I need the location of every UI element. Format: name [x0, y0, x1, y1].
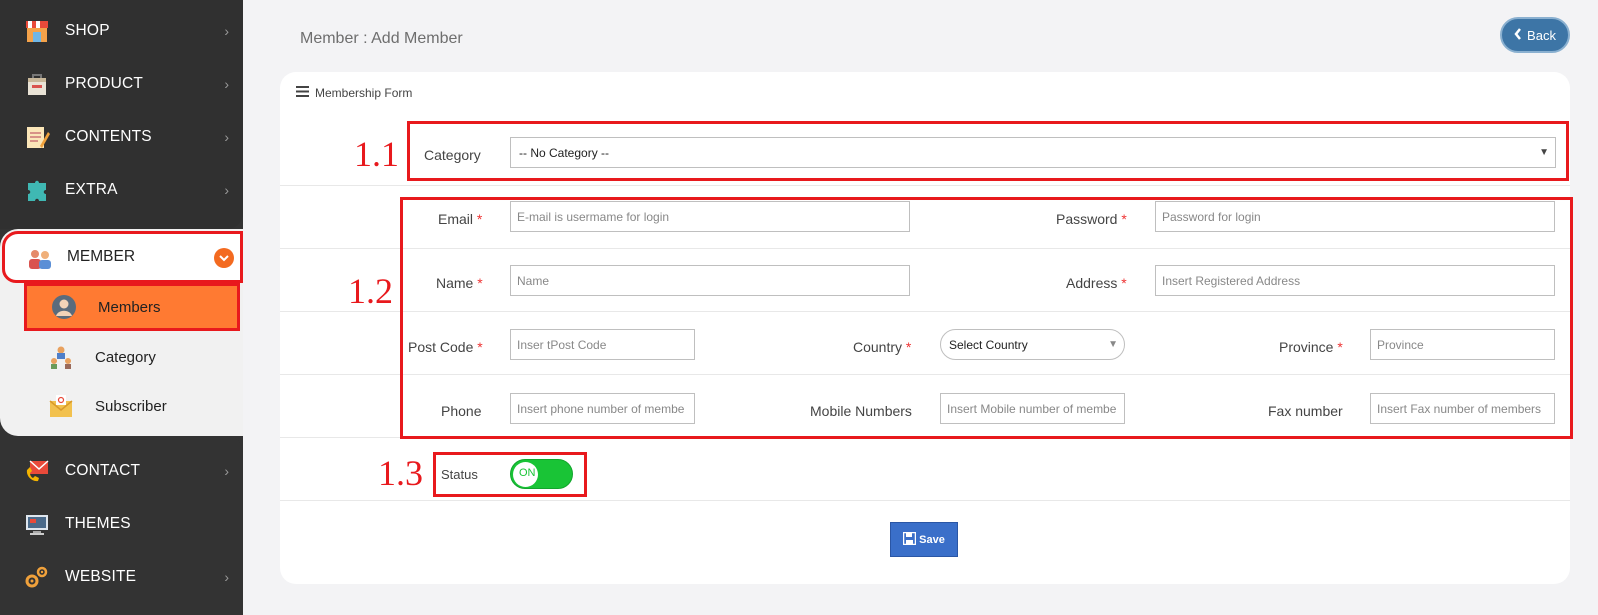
contact-icon [24, 458, 50, 484]
sidebar-item-website[interactable]: WEBSITE › [0, 550, 243, 604]
chevron-right-icon: › [224, 23, 229, 39]
themes-icon [24, 511, 50, 537]
sidebar-subitem-subscriber[interactable]: Subscriber [24, 382, 240, 430]
chevron-right-icon: › [224, 569, 229, 585]
sidebar-bottom-section: CONTACT › THEMES WEBSITE › [0, 436, 243, 615]
subscriber-icon [48, 393, 74, 419]
annotation-box-status [433, 452, 587, 497]
sidebar: SHOP › PRODUCT › CONTENTS › EXTRA › MEMB… [0, 0, 243, 615]
back-label: Back [1527, 27, 1556, 43]
sidebar-item-label: EXTRA [65, 181, 118, 198]
annotation-label-1-1: 1.1 [354, 134, 399, 174]
member-section: MEMBER Members Category Subscriber [0, 229, 243, 436]
sidebar-subitem-members[interactable]: Members [24, 283, 240, 331]
form-title: Membership Form [315, 86, 413, 100]
form-header: Membership Form [296, 86, 412, 100]
sidebar-item-label: PRODUCT [65, 75, 144, 92]
sidebar-item-label: Members [98, 298, 161, 316]
sidebar-item-label: CONTENTS [65, 128, 152, 145]
category-icon [48, 344, 74, 370]
sidebar-item-extra[interactable]: EXTRA › [0, 163, 243, 217]
row-divider [280, 185, 1570, 186]
sidebar-item-label: THEMES [65, 515, 131, 532]
sidebar-item-label: WEBSITE [65, 568, 137, 585]
chevron-right-icon: › [224, 76, 229, 92]
contents-icon [24, 124, 50, 150]
menu-icon [296, 86, 309, 100]
sidebar-item-label: CONTACT [65, 462, 141, 479]
user-icon [51, 294, 77, 320]
back-button[interactable]: Back [1500, 17, 1570, 53]
row-divider [280, 500, 1570, 501]
save-icon [902, 531, 917, 548]
chevron-right-icon: › [224, 463, 229, 479]
sidebar-item-label: MEMBER [67, 248, 136, 265]
sidebar-top-section: SHOP › PRODUCT › CONTENTS › EXTRA › [0, 0, 243, 229]
member-submenu: Members Category Subscriber [24, 283, 243, 436]
website-icon [24, 564, 50, 590]
chevron-left-icon [1514, 27, 1522, 43]
toggle-text: ON [519, 467, 536, 479]
sidebar-item-member[interactable]: MEMBER [2, 231, 243, 283]
extra-icon [24, 177, 50, 203]
annotation-box-details [400, 197, 1573, 439]
annotation-label-1-3: 1.3 [378, 453, 423, 493]
sidebar-item-label: Subscriber [95, 397, 167, 415]
chevron-right-icon: › [224, 182, 229, 198]
sidebar-item-product[interactable]: PRODUCT › [0, 57, 243, 111]
member-icon [27, 247, 53, 276]
sidebar-item-contact[interactable]: CONTACT › [0, 444, 243, 498]
product-icon [24, 71, 50, 97]
member-section-bg: MEMBER Members Category Subscriber [0, 229, 243, 436]
sidebar-subitem-category[interactable]: Category [24, 333, 240, 381]
sidebar-item-label: Category [95, 348, 156, 366]
page-title: Member : Add Member [300, 30, 463, 47]
save-button[interactable]: Save [890, 522, 958, 557]
annotation-box-category [407, 121, 1569, 181]
sidebar-item-themes[interactable]: THEMES [0, 497, 243, 551]
sidebar-item-label: SHOP [65, 22, 110, 39]
sidebar-item-shop[interactable]: SHOP › [0, 4, 243, 58]
chevron-down-icon[interactable] [214, 248, 234, 268]
chevron-right-icon: › [224, 129, 229, 145]
save-label: Save [919, 533, 945, 546]
annotation-label-1-2: 1.2 [348, 271, 393, 311]
shop-icon [24, 18, 50, 44]
sidebar-item-contents[interactable]: CONTENTS › [0, 110, 243, 164]
